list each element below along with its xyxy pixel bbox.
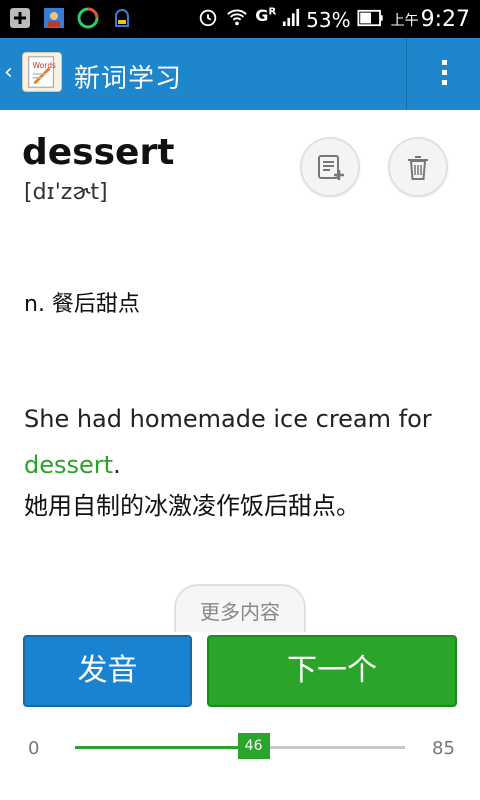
words-notebook-icon[interactable]: Words — [22, 52, 62, 92]
clock: 9:27 — [420, 7, 470, 32]
battery-percent: 53% — [306, 7, 351, 32]
svg-text:Words: Words — [33, 61, 57, 70]
battery-icon — [357, 8, 385, 32]
progress-min-label: 0 — [28, 738, 40, 759]
alarm-icon — [197, 6, 219, 33]
add-note-icon — [318, 155, 344, 180]
example-end: . — [113, 451, 121, 479]
example-highlight: dessert — [24, 451, 114, 479]
plus-icon — [8, 6, 32, 30]
chevron-left-icon[interactable]: ‹ — [4, 60, 13, 85]
network-type: GR — [255, 6, 277, 25]
more-content-button[interactable]: 更多内容 — [174, 584, 306, 632]
wifi-icon — [225, 6, 249, 33]
appbar-divider — [406, 38, 407, 110]
status-notification-icons — [8, 6, 134, 30]
pronounce-button[interactable]: 发音 — [23, 635, 192, 707]
progress-max-label: 85 — [432, 738, 455, 759]
example-translation: 她用自制的冰激凌作饭后甜点。 — [24, 492, 360, 520]
contacts-icon — [42, 6, 66, 30]
status-system-info: GR 53% 上午 9:27 — [197, 6, 470, 33]
word-title: dessert — [22, 132, 175, 173]
ampm-label: 上午 — [390, 12, 419, 29]
progress-slider-thumb[interactable]: 46 — [237, 733, 270, 759]
trash-icon — [408, 156, 428, 180]
debug-icon — [110, 6, 134, 30]
page-title: 新词学习 — [74, 64, 183, 94]
status-bar: GR 53% 上午 9:27 — [0, 0, 480, 38]
app-bar: ‹ Words 新词学习 — [0, 38, 480, 110]
word-definition: n. 餐后甜点 — [24, 292, 140, 317]
progress-slider-fill — [75, 746, 254, 749]
example-text: She had homemade ice cream for — [24, 405, 432, 433]
example-sentence: She had homemade ice cream for dessert. — [24, 396, 464, 488]
delete-button[interactable] — [388, 137, 448, 197]
add-note-button[interactable] — [300, 137, 360, 197]
word-phonetic: [dɪ'zɚt] — [24, 180, 108, 205]
sync-icon — [76, 6, 100, 30]
signal-icon — [282, 6, 300, 33]
overflow-menu-icon[interactable] — [436, 60, 452, 90]
next-button[interactable]: 下一个 — [207, 635, 457, 707]
